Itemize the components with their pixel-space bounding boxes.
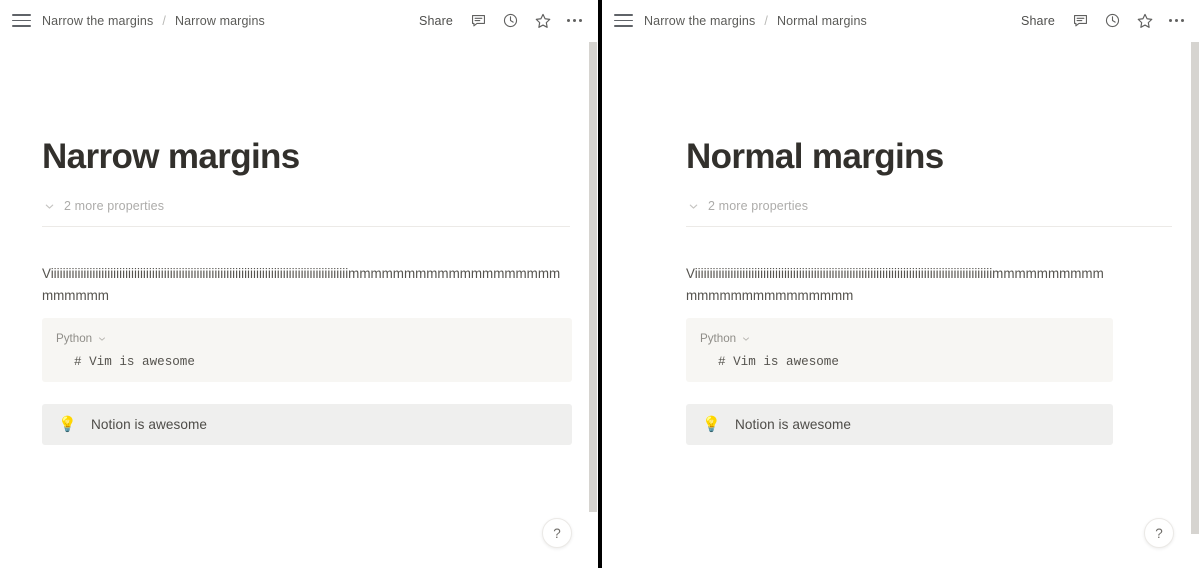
chevron-down-icon xyxy=(97,334,107,344)
breadcrumb: Narrow the margins / Normal margins xyxy=(642,13,869,29)
code-block[interactable]: Python # Vim is awesome xyxy=(42,318,572,383)
breadcrumb: Narrow the margins / Narrow margins xyxy=(40,13,267,29)
properties-divider xyxy=(42,226,570,228)
share-button[interactable]: Share xyxy=(1018,12,1058,30)
code-block[interactable]: Python # Vim is awesome xyxy=(686,318,1113,383)
comment-icon[interactable] xyxy=(1071,11,1090,30)
split-screen-comparison: Narrow the margins / Narrow margins Shar… xyxy=(0,0,1200,568)
body-paragraph[interactable]: Viiiiiiiiiiiiiiiiiiiiiiiiiiiiiiiiiiiiiii… xyxy=(42,263,566,306)
document-content: Normal margins 2 more properties Viiiiii… xyxy=(602,137,1200,446)
chevron-down-icon xyxy=(686,199,700,213)
lightbulb-icon[interactable]: 💡 xyxy=(702,417,721,432)
hamburger-menu-icon[interactable] xyxy=(12,11,31,30)
star-icon[interactable] xyxy=(1135,11,1154,30)
help-button[interactable]: ? xyxy=(542,518,572,548)
topbar-left-group: Narrow the margins / Normal margins xyxy=(614,11,869,30)
more-options-icon[interactable] xyxy=(565,18,584,23)
properties-toggle[interactable]: 2 more properties xyxy=(686,199,1172,213)
help-button[interactable]: ? xyxy=(1144,518,1174,548)
lightbulb-icon[interactable]: 💡 xyxy=(58,417,77,432)
breadcrumb-current[interactable]: Normal margins xyxy=(775,13,869,29)
share-button[interactable]: Share xyxy=(416,12,456,30)
callout-block[interactable]: 💡 Notion is awesome xyxy=(42,404,572,446)
callout-block[interactable]: 💡 Notion is awesome xyxy=(686,404,1113,446)
more-options-icon[interactable] xyxy=(1167,18,1186,23)
history-clock-icon[interactable] xyxy=(501,11,520,30)
scrollbar-thumb[interactable] xyxy=(1191,42,1199,534)
breadcrumb-separator: / xyxy=(764,13,768,28)
star-icon[interactable] xyxy=(533,11,552,30)
page-title: Normal margins xyxy=(686,137,944,176)
breadcrumb-parent[interactable]: Narrow the margins xyxy=(40,13,155,29)
code-language-selector[interactable]: Python xyxy=(700,332,751,345)
hamburger-menu-icon[interactable] xyxy=(614,11,633,30)
body-paragraph[interactable]: Viiiiiiiiiiiiiiiiiiiiiiiiiiiiiiiiiiiiiii… xyxy=(686,263,1110,306)
properties-toggle-label: 2 more properties xyxy=(708,199,809,214)
topbar-left: Narrow the margins / Narrow margins Shar… xyxy=(0,0,598,41)
code-language-label: Python xyxy=(700,332,737,346)
callout-text: Notion is awesome xyxy=(91,417,207,433)
code-language-selector[interactable]: Python xyxy=(56,332,107,345)
breadcrumb-current[interactable]: Narrow margins xyxy=(173,13,267,29)
breadcrumb-parent[interactable]: Narrow the margins xyxy=(642,13,757,29)
panel-normal-margins: Narrow the margins / Normal margins Shar… xyxy=(602,0,1200,568)
callout-text: Notion is awesome xyxy=(735,417,851,433)
topbar-right-panel: Narrow the margins / Normal margins Shar… xyxy=(602,0,1200,41)
topbar-actions: Share xyxy=(416,0,584,41)
topbar-actions: Share xyxy=(1018,0,1186,41)
properties-toggle[interactable]: 2 more properties xyxy=(42,199,570,213)
properties-divider xyxy=(686,226,1172,228)
topbar-left-group: Narrow the margins / Narrow margins xyxy=(12,11,267,30)
code-language-label: Python xyxy=(56,332,93,346)
properties-toggle-label: 2 more properties xyxy=(64,199,165,214)
chevron-down-icon xyxy=(42,199,56,213)
code-content[interactable]: # Vim is awesome xyxy=(56,355,558,369)
code-content[interactable]: # Vim is awesome xyxy=(700,355,1099,369)
history-clock-icon[interactable] xyxy=(1103,11,1122,30)
chevron-down-icon xyxy=(741,334,751,344)
panel-narrow-margins: Narrow the margins / Narrow margins Shar… xyxy=(0,0,598,568)
scrollbar-left[interactable] xyxy=(588,0,598,568)
scrollbar-right[interactable] xyxy=(1190,0,1200,568)
scrollbar-thumb[interactable] xyxy=(589,42,597,512)
breadcrumb-separator: / xyxy=(162,13,166,28)
document-content: Narrow margins 2 more properties Viiiiii… xyxy=(0,137,598,446)
page-title: Narrow margins xyxy=(42,137,300,176)
comment-icon[interactable] xyxy=(469,11,488,30)
